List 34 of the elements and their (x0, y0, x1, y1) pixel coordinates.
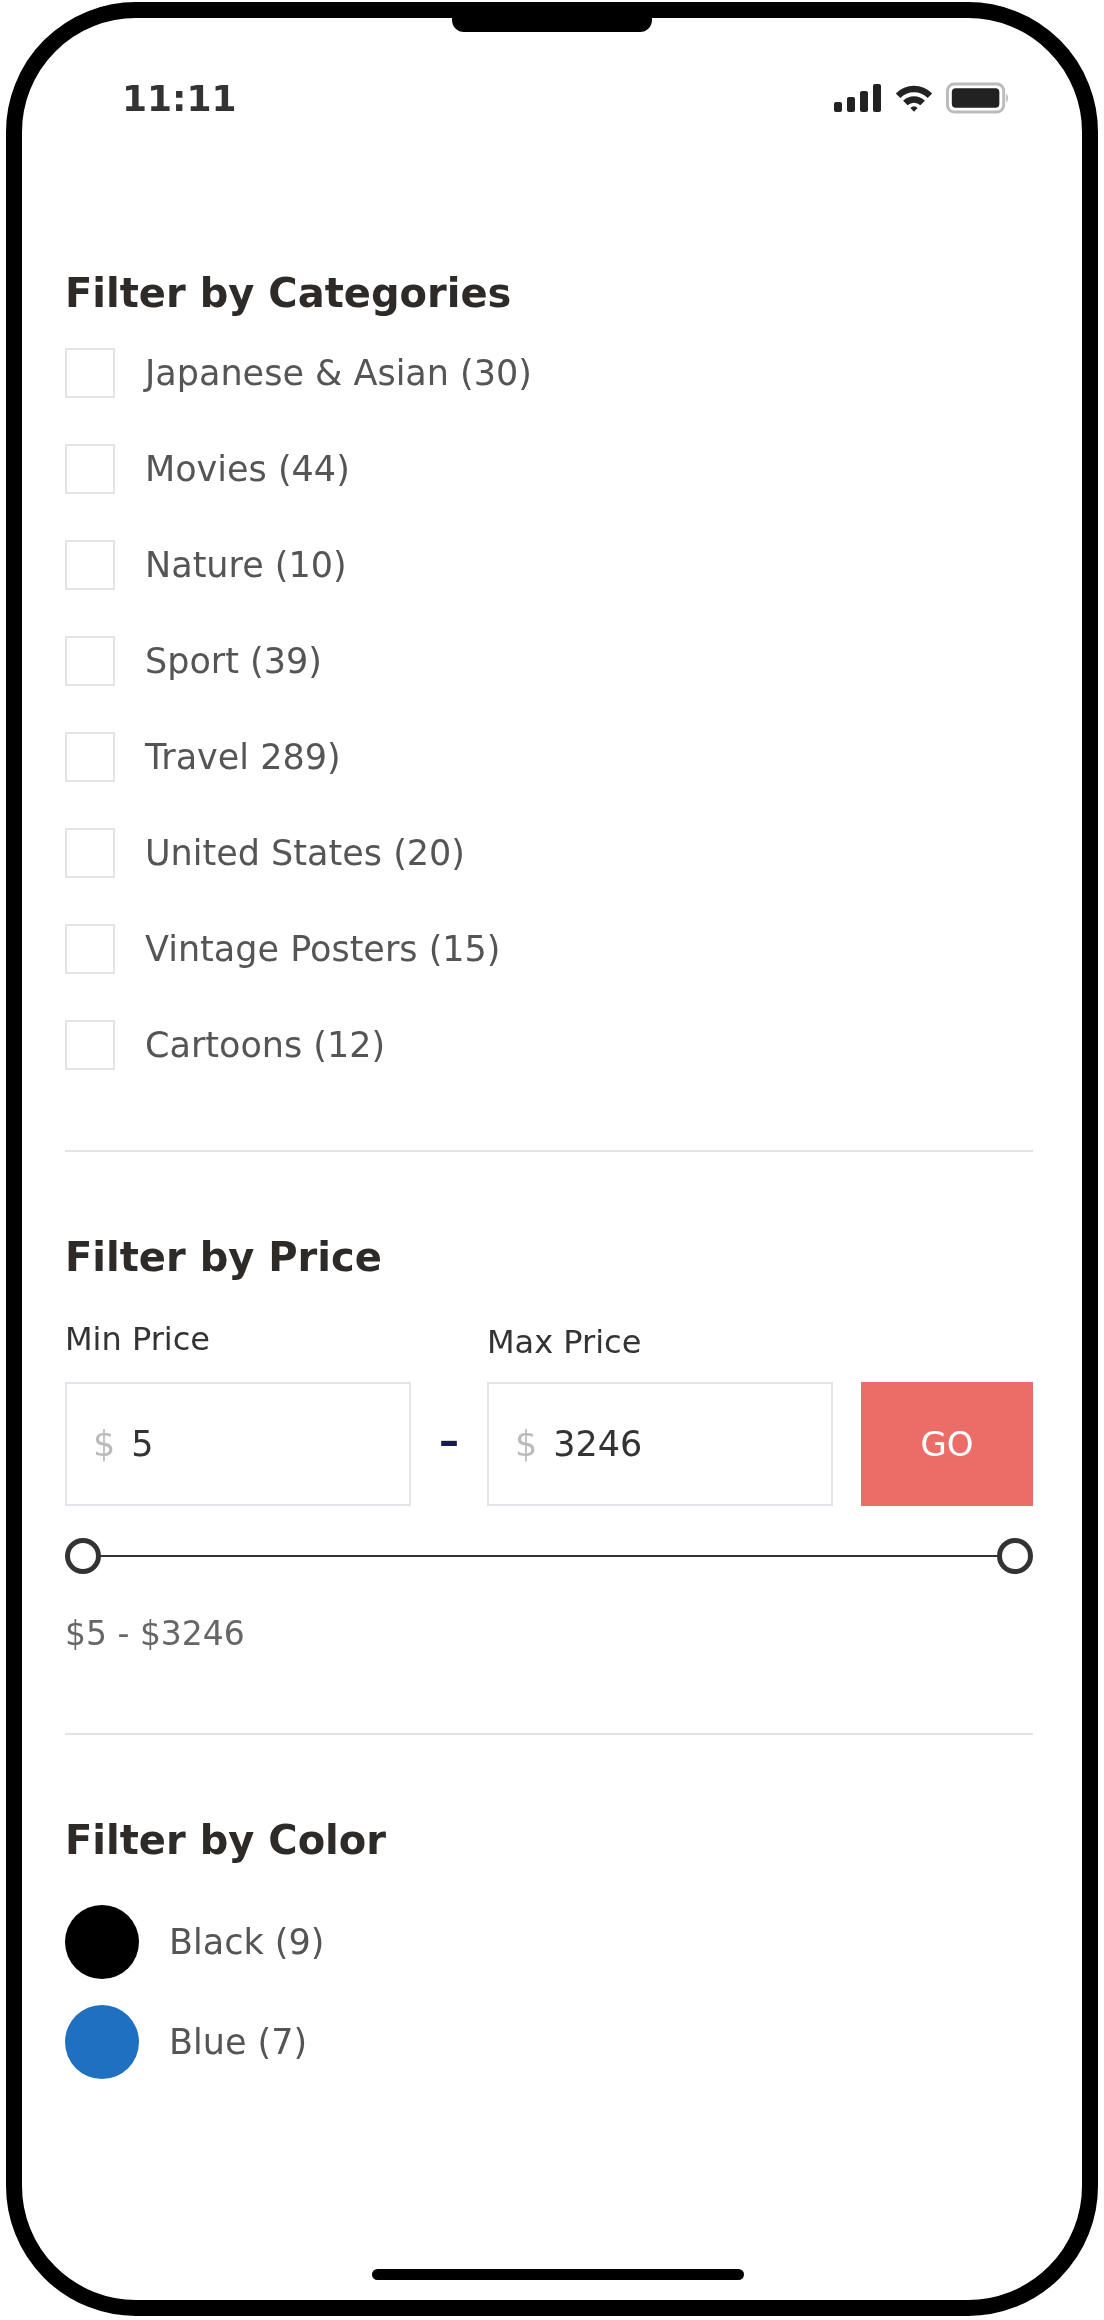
category-label[interactable]: Vintage Posters (15) (145, 929, 501, 969)
category-label[interactable]: Cartoons (12) (145, 1025, 386, 1065)
checkbox[interactable] (65, 636, 115, 686)
category-label[interactable]: Movies (44) (145, 449, 350, 489)
battery-icon (946, 82, 1010, 114)
checkbox[interactable] (65, 444, 115, 494)
checkbox[interactable] (65, 540, 115, 590)
checkbox[interactable] (65, 924, 115, 974)
status-time: 11:11 (122, 77, 237, 119)
field-label: Max Price (487, 1323, 643, 1363)
category-label[interactable]: Nature (10) (145, 545, 347, 585)
input-field[interactable]: $ 5 (65, 1382, 411, 1506)
checkbox[interactable] (65, 1020, 115, 1070)
checkbox[interactable] (65, 828, 115, 878)
category-label[interactable]: Travel 289) (145, 737, 341, 777)
category-label[interactable]: Sport (39) (145, 641, 322, 681)
slider-track[interactable] (65, 1538, 1033, 1574)
checkbox[interactable] (65, 348, 115, 398)
checkbox[interactable] (65, 732, 115, 782)
wifi-icon (894, 83, 934, 113)
category-label[interactable]: United States (20) (145, 833, 465, 873)
field-label: Min Price (65, 1320, 211, 1360)
price-range-text: $5 - $3246 (65, 1614, 246, 1653)
section-title: Filter by Price (65, 1233, 383, 1282)
range-dash: – (438, 1417, 460, 1466)
slider-thumb[interactable] (997, 1538, 1033, 1574)
section-title: Filter by Categories (65, 269, 513, 318)
color-label[interactable]: Black (9) (169, 1922, 325, 1962)
color-label[interactable]: Blue (7) (169, 2022, 308, 2062)
signal-icon (834, 84, 882, 112)
input-field[interactable]: $ 3246 (487, 1382, 833, 1506)
slider-thumb[interactable] (65, 1538, 101, 1574)
category-label[interactable]: Japanese & Asian (30) (145, 353, 532, 393)
section-title: Filter by Color (65, 1816, 388, 1865)
